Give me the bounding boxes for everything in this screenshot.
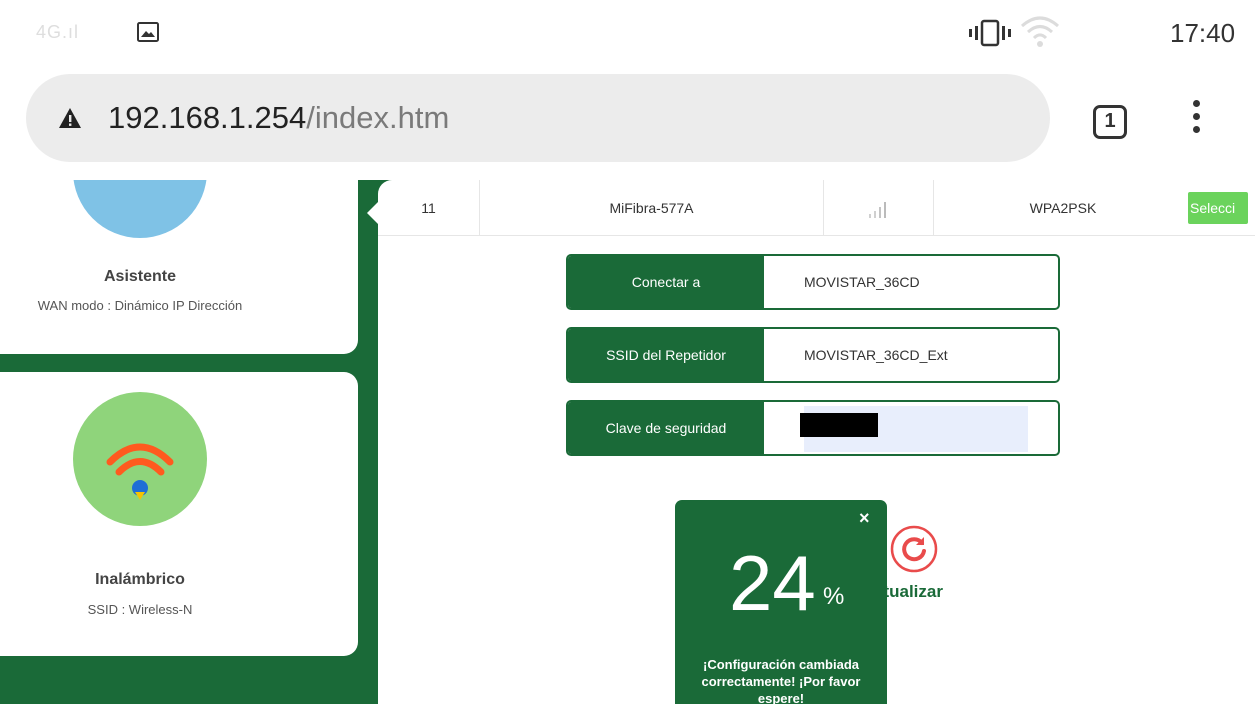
signal-bars-icon <box>868 202 886 219</box>
connect-to-field[interactable]: Conectar a MOVISTAR_36CD <box>566 254 1060 310</box>
cell-signal-text: 4G.ıl <box>36 22 80 42</box>
signal-cell <box>824 180 934 236</box>
close-icon[interactable]: × <box>859 508 870 529</box>
warning-icon[interactable] <box>58 107 82 129</box>
table-row[interactable]: 11 MiFibra-577A WPA2PSK Selecci <box>378 180 1255 236</box>
address-bar[interactable]: 192.168.1.254/index.htm <box>26 74 1050 162</box>
progress-percent: 24 <box>729 539 816 627</box>
url-host: 192.168.1.254 <box>108 100 307 135</box>
tab-switcher-button[interactable]: 1 <box>1093 105 1127 139</box>
percent-sign: % <box>823 583 845 610</box>
wizard-globe-icon <box>73 180 207 238</box>
url-path: /index.htm <box>306 100 450 135</box>
wifi-icon <box>1021 16 1059 47</box>
router-page: Asistente WAN modo : Dinámico IP Direcci… <box>0 180 1255 704</box>
security-key-field[interactable]: Clave de seguridad <box>566 400 1060 456</box>
progress-popup: × 24 % ¡Configuración cambiada correctam… <box>675 500 887 704</box>
wireless-card[interactable]: Inalámbrico SSID : Wireless-N <box>0 372 358 656</box>
repeater-ssid-input[interactable]: MOVISTAR_36CD_Ext <box>804 329 948 381</box>
panel-pointer <box>367 202 378 224</box>
progress-message: ¡Configuración cambiada correctamente! ¡… <box>701 657 861 704</box>
connect-to-value[interactable]: MOVISTAR_36CD <box>804 256 920 308</box>
repeater-ssid-field[interactable]: SSID del Repetidor MOVISTAR_36CD_Ext <box>566 327 1060 383</box>
wizard-card[interactable]: Asistente WAN modo : Dinámico IP Direcci… <box>0 180 358 354</box>
connect-to-label: Conectar a <box>568 256 764 308</box>
select-button[interactable]: Selecci <box>1188 192 1248 224</box>
ssid-cell: MiFibra-577A <box>480 180 824 236</box>
repeater-ssid-label: SSID del Repetidor <box>568 329 764 381</box>
wifi-icon <box>73 392 207 526</box>
status-bar: 4G.ıl 17:40 <box>0 0 1255 70</box>
wizard-title: Asistente <box>103 268 177 285</box>
refresh-icon[interactable] <box>888 523 940 575</box>
vibrate-icon <box>969 19 1011 47</box>
wizard-subtitle: WAN modo : Dinámico IP Dirección <box>37 298 243 313</box>
wireless-subtitle: SSID : Wireless-N <box>87 602 193 617</box>
image-icon <box>137 22 159 42</box>
redacted-password <box>800 413 878 437</box>
more-vert-icon[interactable] <box>1186 100 1206 144</box>
security-cell: WPA2PSK <box>1029 200 1097 216</box>
wireless-title: Inalámbrico <box>95 571 185 588</box>
channel-cell: 11 <box>378 180 480 236</box>
clock: 17:40 <box>1170 18 1236 48</box>
security-key-label: Clave de seguridad <box>568 402 764 454</box>
url-text[interactable]: 192.168.1.254/index.htm <box>108 100 449 136</box>
